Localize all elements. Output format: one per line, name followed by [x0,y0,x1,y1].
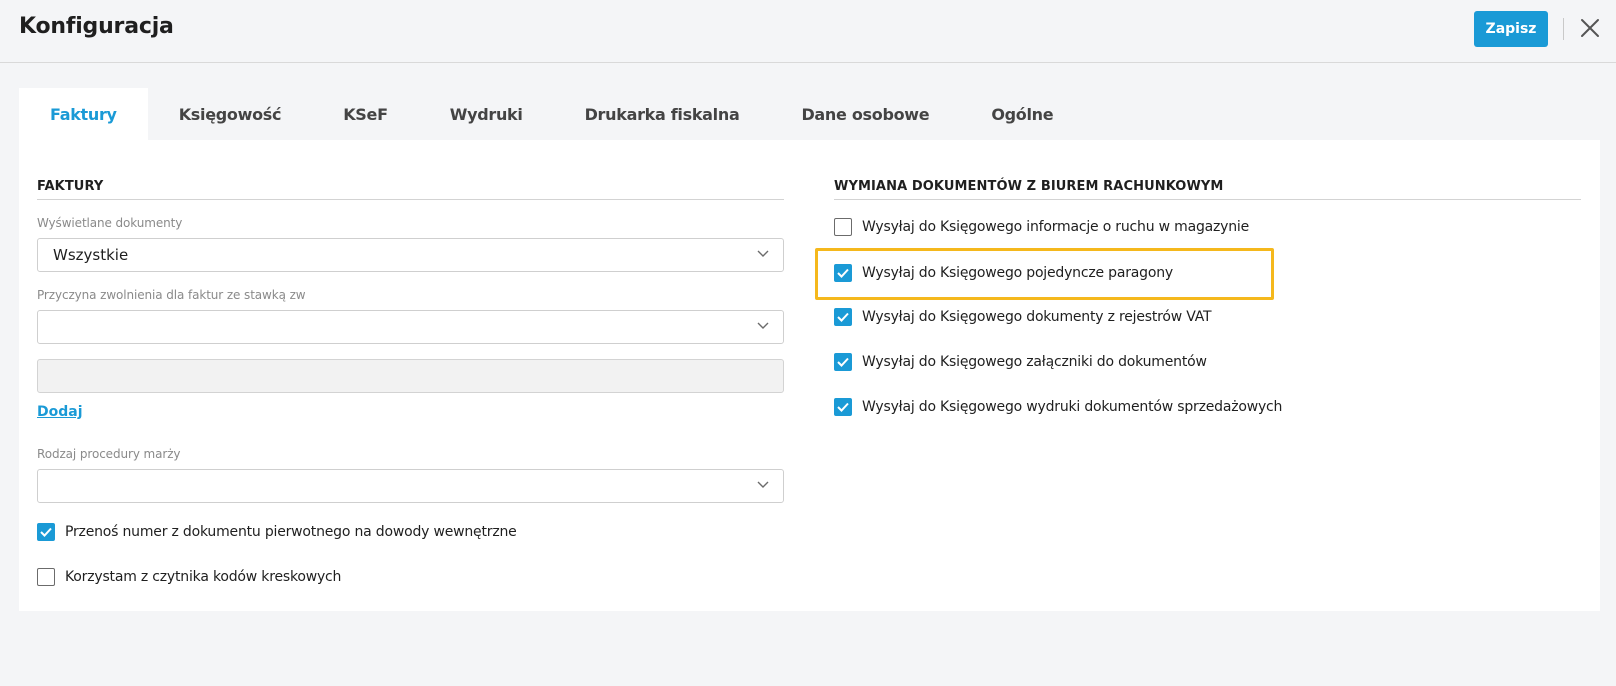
exemption-reason-text-input [37,359,784,393]
check-icon [837,402,849,412]
chevron-down-icon [757,250,769,257]
send-attachments-checkbox-row[interactable]: Wysyłaj do Księgowego załączniki do doku… [834,353,1207,371]
margin-procedure-select[interactable] [37,469,784,503]
send-receipts-checkbox-row[interactable]: Wysyłaj do Księgowego pojedyncze paragon… [834,264,1173,282]
tab-dane-osobowe[interactable]: Dane osobowe [770,88,960,140]
checkbox-label: Wysyłaj do Księgowego pojedyncze paragon… [862,265,1173,281]
checkbox-unchecked[interactable] [834,218,852,236]
check-icon [40,527,52,537]
tab-ksiegowosc[interactable]: Księgowość [148,88,313,140]
checkbox-label: Wysyłaj do Księgowego załączniki do doku… [862,354,1207,370]
check-icon [837,357,849,367]
displayed-docs-select[interactable]: Wszystkie [37,238,784,272]
document-exchange-section-title: WYMIANA DOKUMENTÓW Z BIUREM RACHUNKOWYM [834,179,1224,194]
tab-ksef[interactable]: KSeF [312,88,419,140]
send-vat-docs-checkbox-row[interactable]: Wysyłaj do Księgowego dokumenty z rejest… [834,308,1212,326]
send-warehouse-checkbox-row[interactable]: Wysyłaj do Księgowego informacje o ruchu… [834,218,1249,236]
section-divider [834,199,1581,200]
checkbox-label: Przenoś numer z dokumentu pierwotnego na… [65,524,517,540]
checkbox-unchecked[interactable] [37,568,55,586]
check-icon [837,268,849,278]
checkbox-label: Wysyłaj do Księgowego wydruki dokumentów… [862,399,1283,415]
margin-procedure-label: Rodzaj procedury marży [37,447,181,461]
close-button[interactable] [1576,14,1604,42]
displayed-docs-label: Wyświetlane dokumenty [37,216,183,230]
checkbox-checked[interactable] [834,264,852,282]
tab-wydruki[interactable]: Wydruki [419,88,554,140]
page-title: Konfiguracja [19,14,174,39]
tab-ogolne[interactable]: Ogólne [960,88,1084,140]
check-icon [837,312,849,322]
checkbox-label: Wysyłaj do Księgowego informacje o ruchu… [862,219,1250,235]
chevron-down-icon [757,322,769,329]
save-button[interactable]: Zapisz [1474,11,1548,47]
displayed-docs-value: Wszystkie [53,246,129,264]
invoices-section-title: FAKTURY [37,179,104,194]
checkbox-checked[interactable] [834,398,852,416]
exemption-reason-select[interactable] [37,310,784,344]
close-icon [1581,19,1599,37]
barcode-reader-checkbox-row[interactable]: Korzystam z czytnika kodów kreskowych [37,568,341,586]
section-divider [37,199,784,200]
carry-number-checkbox-row[interactable]: Przenoś numer z dokumentu pierwotnego na… [37,523,517,541]
tab-drukarka-fiskalna[interactable]: Drukarka fiskalna [554,88,771,140]
chevron-down-icon [757,481,769,488]
checkbox-checked[interactable] [834,353,852,371]
send-sales-prints-checkbox-row[interactable]: Wysyłaj do Księgowego wydruki dokumentów… [834,398,1282,416]
checkbox-label: Korzystam z czytnika kodów kreskowych [65,569,342,585]
checkbox-checked[interactable] [37,523,55,541]
tab-bar: Faktury Księgowość KSeF Wydruki Drukarka… [19,88,1084,140]
header-divider [1563,18,1564,40]
add-link[interactable]: Dodaj [37,404,83,420]
checkbox-checked[interactable] [834,308,852,326]
exemption-reason-label: Przyczyna zwolnienia dla faktur ze stawk… [37,288,306,302]
tab-faktury[interactable]: Faktury [19,88,148,140]
top-bar: Konfiguracja Zapisz [0,0,1616,63]
checkbox-label: Wysyłaj do Księgowego dokumenty z rejest… [862,309,1212,325]
